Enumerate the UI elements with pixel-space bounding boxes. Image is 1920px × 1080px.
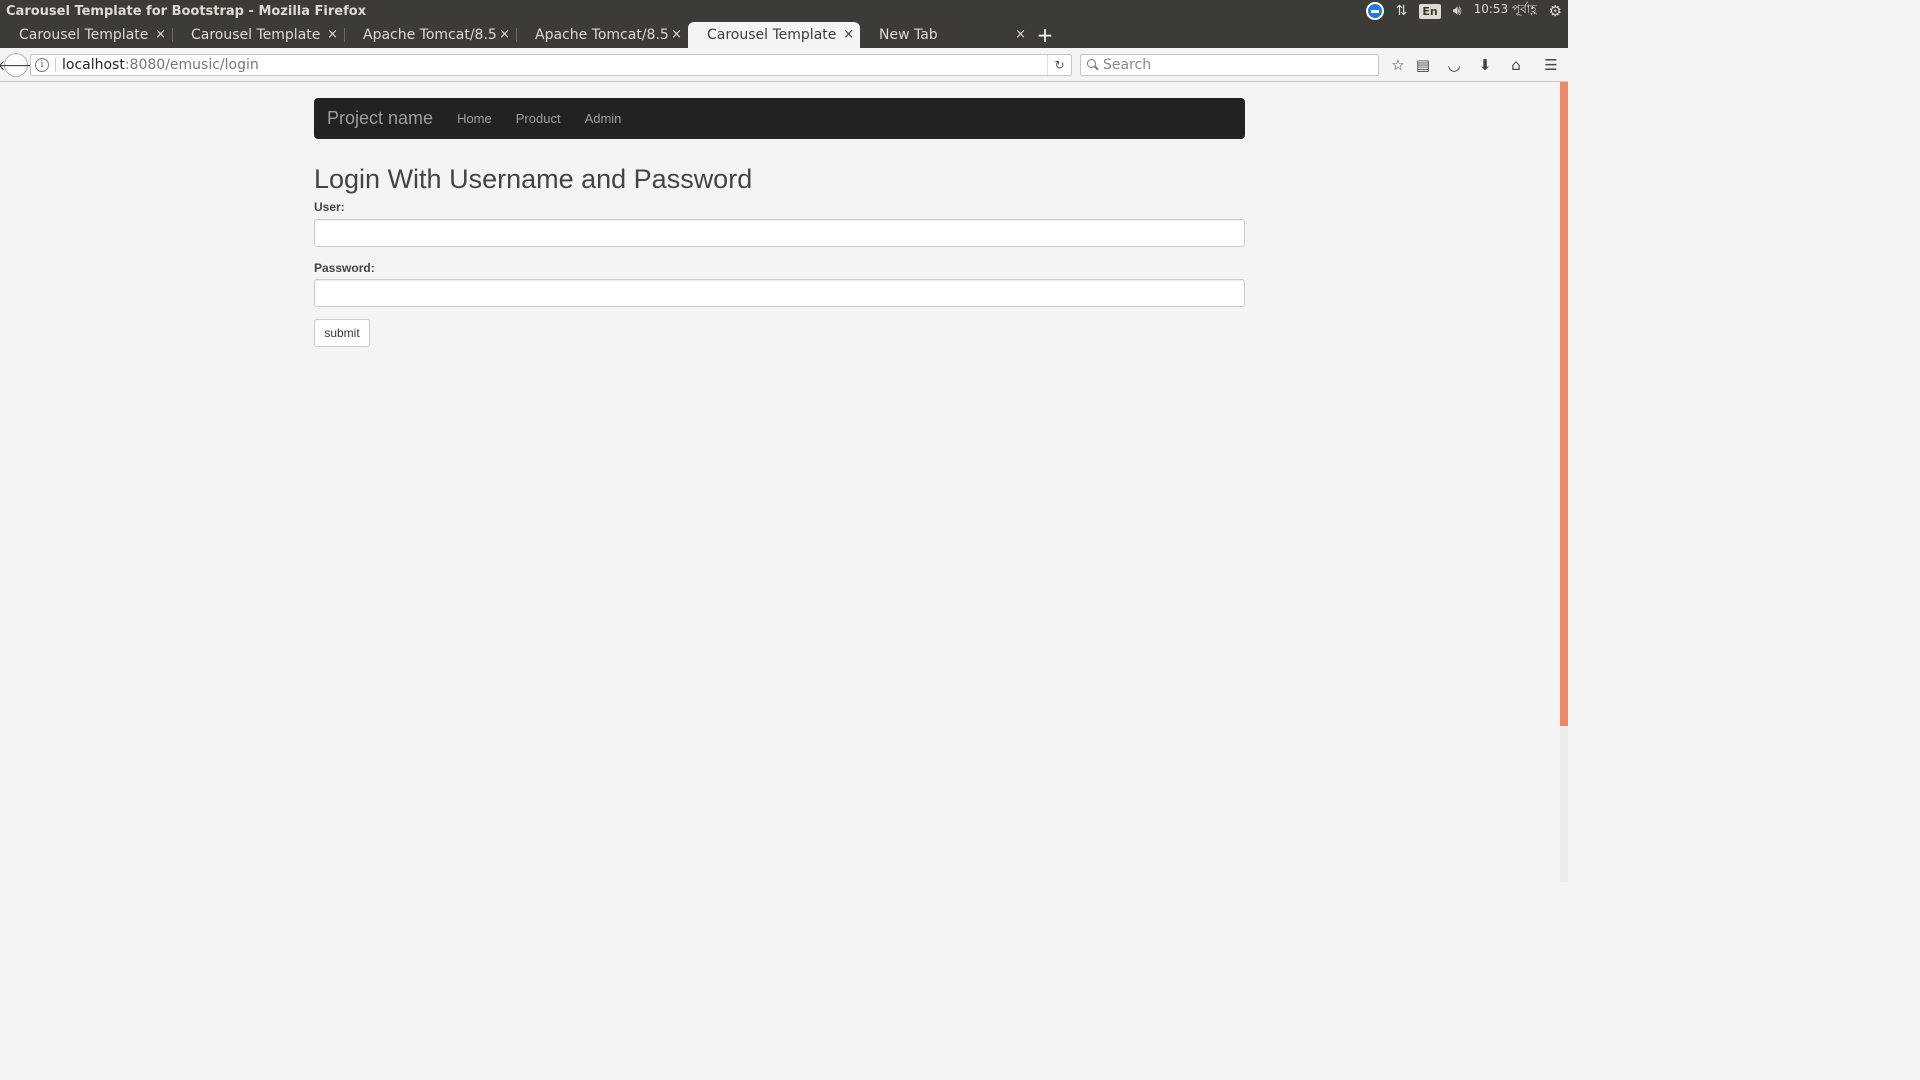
reload-icon[interactable]: ↻ <box>1047 55 1071 75</box>
clock[interactable]: 10:53 পূর্বাহ্ণ <box>1474 0 1537 22</box>
reading-list-icon[interactable]: ▤ <box>1414 56 1432 74</box>
tab-close-icon[interactable]: × <box>327 27 338 42</box>
tab-label: New Tab <box>879 27 938 43</box>
browser-nav-bar: 🡐 i localhost:8080/emusic/login ↻ Search… <box>0 48 1568 82</box>
tab-label: Apache Tomcat/8.5.... <box>535 27 668 43</box>
site-navbar: Project name Home Product Admin <box>314 98 1245 139</box>
password-label: Password: <box>314 261 375 275</box>
tab-label: Carousel Template ... <box>191 27 324 43</box>
tab-label: Apache Tomcat/8.5.... <box>363 27 496 43</box>
tab-label: Carousel Template ... <box>707 27 840 43</box>
language-badge: En <box>1419 3 1441 19</box>
scrollbar-track[interactable] <box>1560 82 1568 882</box>
bookmark-star-icon[interactable]: ☆ <box>1389 56 1407 74</box>
home-icon[interactable]: ⌂ <box>1507 56 1525 74</box>
tab-close-icon[interactable]: × <box>1015 27 1026 42</box>
url-path: :8080/emusic/login <box>124 57 259 73</box>
scrollbar-thumb[interactable] <box>1560 82 1568 726</box>
page-title: Login With Username and Password <box>314 164 753 194</box>
url-host: localhost <box>62 57 125 73</box>
url-bar[interactable]: i localhost:8080/emusic/login ↻ <box>30 54 1072 76</box>
tab-close-icon[interactable]: × <box>843 27 854 42</box>
volume-icon[interactable]: 🔊︎ <box>1453 0 1462 22</box>
network-icon[interactable]: ⇅ <box>1396 0 1408 22</box>
search-placeholder: Search <box>1103 57 1152 73</box>
new-tab-button[interactable]: + <box>1032 22 1058 48</box>
search-icon <box>1085 57 1101 73</box>
system-tray: ⇅ En 🔊︎ 10:53 পূর্বাহ্ণ ⚙ <box>1354 0 1568 22</box>
tab-close-icon[interactable]: × <box>499 27 510 42</box>
browser-tab-active[interactable]: Carousel Template ... × <box>688 22 860 48</box>
pocket-icon[interactable]: ◡ <box>1445 56 1463 74</box>
back-arrow-icon[interactable]: 🡐 <box>0 53 35 77</box>
downloads-icon[interactable]: ⬇ <box>1476 56 1494 74</box>
browser-tab-strip: Carousel Template ... × Carousel Templat… <box>0 22 1568 48</box>
submit-button[interactable]: submit <box>314 319 370 347</box>
password-input[interactable] <box>314 279 1245 307</box>
browser-tab[interactable]: Apache Tomcat/8.5.... × <box>516 22 688 48</box>
keyboard-layout-indicator[interactable]: En <box>1419 0 1441 22</box>
tab-close-icon[interactable]: × <box>671 27 682 42</box>
hamburger-menu-icon[interactable]: ☰ <box>1542 56 1560 74</box>
teamviewer-icon[interactable] <box>1365 0 1384 22</box>
browser-tab[interactable]: New Tab × <box>860 22 1032 48</box>
browser-tab[interactable]: Carousel Template ... × <box>172 22 344 48</box>
site-info-icon[interactable]: i <box>35 58 49 72</box>
navbar-brand[interactable]: Project name <box>327 108 433 129</box>
tab-close-icon[interactable]: × <box>155 27 166 42</box>
user-label: User: <box>314 200 345 214</box>
browser-tab[interactable]: Apache Tomcat/8.5.... × <box>344 22 516 48</box>
search-bar[interactable]: Search <box>1080 54 1379 76</box>
browser-tab[interactable]: Carousel Template ... × <box>0 22 172 48</box>
nav-link-admin[interactable]: Admin <box>573 111 634 126</box>
window-title: Carousel Template for Bootstrap - Mozill… <box>6 3 367 19</box>
settings-gear-icon[interactable]: ⚙ <box>1549 0 1562 22</box>
nav-link-product[interactable]: Product <box>504 111 573 126</box>
os-top-panel: Carousel Template for Bootstrap - Mozill… <box>0 0 1568 22</box>
nav-link-home[interactable]: Home <box>445 111 504 126</box>
page-content: Project name Home Product Admin Login Wi… <box>0 82 1568 882</box>
tab-label: Carousel Template ... <box>19 27 152 43</box>
user-input[interactable] <box>314 219 1245 247</box>
url-divider <box>55 58 56 72</box>
